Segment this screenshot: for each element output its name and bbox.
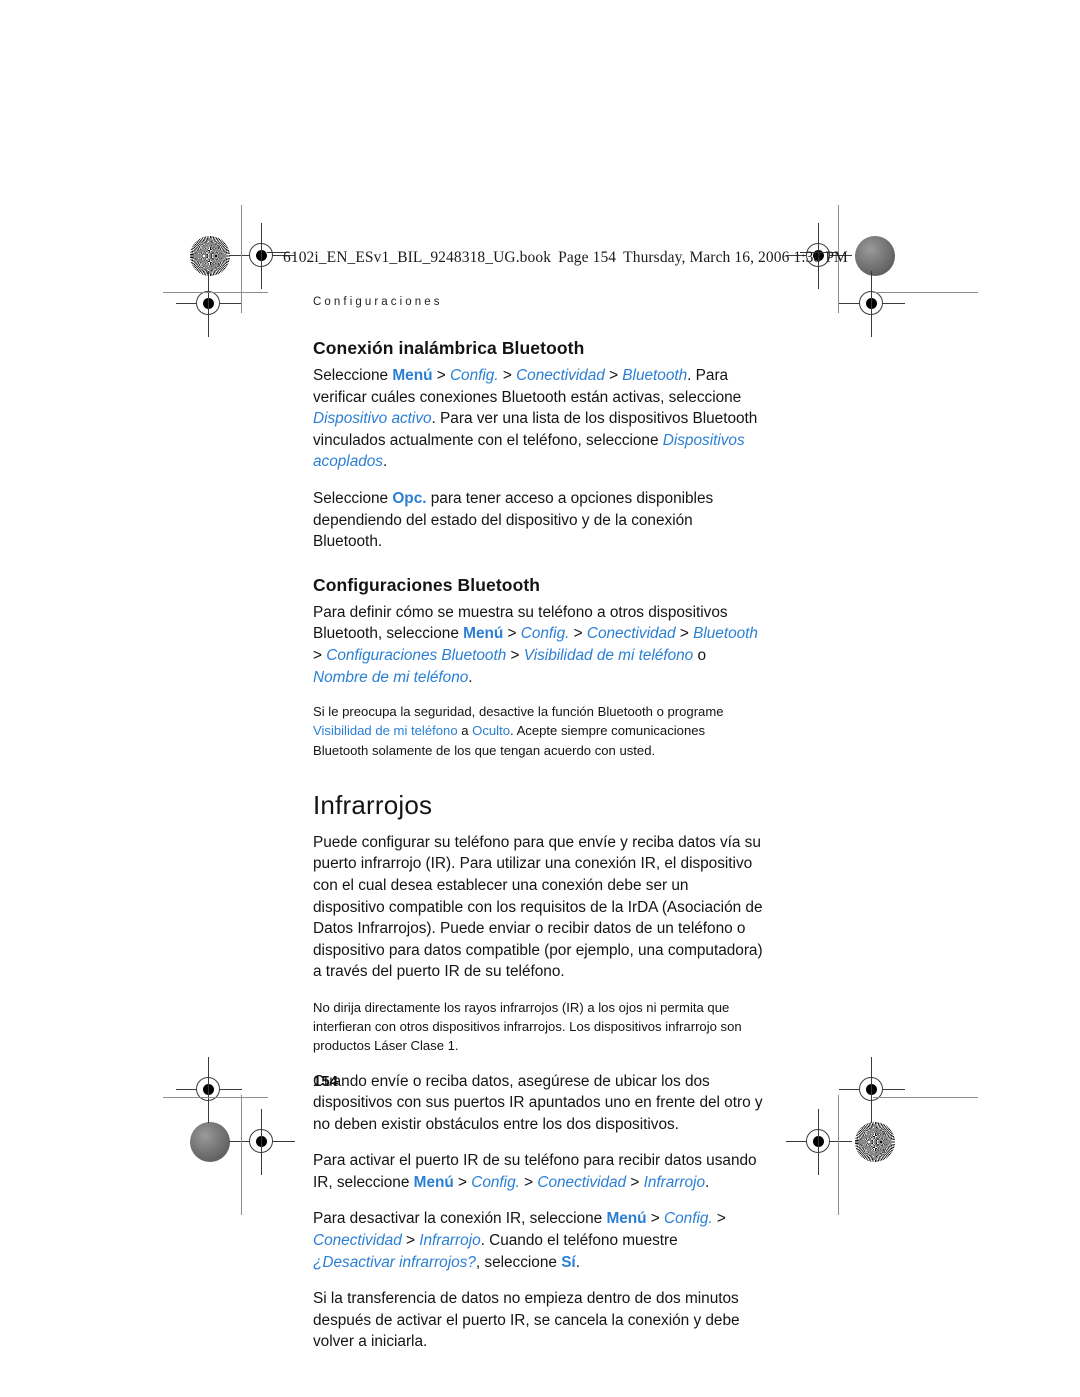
paragraph-infrared-intro: Puede configurar su teléfono para que en… (313, 833, 763, 981)
text-run: > (626, 1173, 644, 1191)
menu-path-menu: Menú (392, 367, 433, 384)
text-run: Seleccione (313, 367, 393, 384)
menu-value-oculto: Oculto (472, 723, 511, 739)
density-patch-top-right (855, 236, 895, 276)
text-run: > (432, 367, 450, 384)
running-head: Configuraciones (313, 296, 443, 308)
page-content: Configuraciones Conexión inalámbrica Blu… (313, 296, 763, 1368)
menu-path-conectividad: Conectividad (586, 625, 676, 643)
menu-path-bluetooth: Bluetooth (693, 625, 758, 643)
registration-mark-top-left (229, 223, 295, 289)
text-run: , seleccione (475, 1253, 562, 1271)
paragraph-infrared-alignment: Cuando envíe o reciba datos, asegúrese d… (313, 1072, 763, 1133)
menu-path-menu: Menú (606, 1210, 647, 1228)
document-source-line: 6102i_EN_ESv1_BIL_9248318_UG.book Page 15… (283, 249, 848, 267)
trim-line-bottom-left-vertical (241, 1095, 242, 1215)
text-run: Si le preocupa la seguridad, desactive l… (313, 704, 724, 720)
trim-line-right-horizontal (873, 292, 978, 293)
text-run: > (313, 646, 327, 664)
registration-mark-right-lower (839, 1057, 905, 1123)
text-run: . (468, 668, 473, 686)
text-run: > (503, 625, 521, 643)
menu-path-configuraciones-bluetooth: Configuraciones Bluetooth (326, 646, 507, 664)
text-run: . Cuando el teléfono muestre (480, 1232, 678, 1250)
registration-mark-left-lower (176, 1057, 242, 1123)
registration-mark-bottom-right (786, 1109, 852, 1175)
text-run: > (712, 1210, 726, 1228)
text-run: > (604, 367, 623, 384)
page-number: 154 (313, 1073, 339, 1090)
softkey-opc: Opc. (392, 489, 427, 507)
menu-item-dispositivo-activo: Dispositivo activo (313, 410, 432, 428)
menu-item-visibilidad-de-mi-telefono: Visibilidad de mi teléfono (523, 646, 694, 664)
text-run: o (693, 646, 707, 664)
menu-path-bluetooth: Bluetooth (622, 367, 688, 384)
heading-infrarrojos: Infrarrojos (313, 789, 433, 820)
registration-mark-bottom-left (229, 1109, 295, 1175)
printed-page: 6102i_EN_ESv1_BIL_9248318_UG.book Page 15… (0, 0, 1080, 1397)
trim-line-left-lower-horizontal (163, 1097, 268, 1098)
heading-bluetooth-settings: Configuraciones Bluetooth (313, 574, 541, 595)
paragraph-bluetooth-options: Seleccione Opc. para tener acceso a opci… (313, 488, 763, 553)
text-run: > (498, 367, 517, 384)
menu-path-config: Config. (471, 1173, 520, 1191)
paragraph-bluetooth-intro: Seleccione Menú > Config. > Conectividad… (313, 365, 763, 473)
paragraph-infrared-deactivate: Para desactivar la conexión IR, seleccio… (313, 1208, 763, 1273)
menu-path-menu: Menú (413, 1173, 454, 1191)
text-run: > (519, 1173, 538, 1191)
text-run: . (383, 453, 388, 471)
paragraph-infrared-activate: Para activar el puerto IR de su teléfono… (313, 1150, 763, 1193)
menu-item-visibilidad-de-mi-telefono: Visibilidad de mi teléfono (313, 723, 458, 739)
page-label: Page 154 (558, 249, 617, 266)
menu-path-config: Config. (520, 625, 570, 643)
density-patch-bottom-left (190, 1122, 230, 1162)
text-run: . (575, 1253, 580, 1271)
text-run: > (453, 1173, 472, 1191)
trim-line-bottom-right-vertical (838, 1095, 839, 1215)
book-filename: 6102i_EN_ESv1_BIL_9248318_UG.book (283, 249, 552, 266)
text-run: > (675, 625, 694, 643)
menu-item-nombre-de-mi-telefono: Nombre de mi teléfono (313, 668, 469, 686)
menu-path-conectividad: Conectividad (313, 1232, 402, 1250)
trim-line-top-left-vertical (241, 205, 242, 313)
prompt-desactivar-infrarrojos: ¿Desactivar infrarrojos? (313, 1253, 476, 1271)
paragraph-bluetooth-settings-path: Para definir cómo se muestra su teléfono… (313, 602, 763, 688)
softkey-si: Sí (561, 1253, 576, 1271)
paragraph-infrared-timeout: Si la transferencia de datos no empieza … (313, 1290, 740, 1351)
trim-line-left-horizontal (163, 292, 268, 293)
starburst-mark-bottom-right (855, 1122, 895, 1162)
text-run: > (646, 1210, 665, 1228)
text-run: a (457, 723, 473, 739)
menu-path-conectividad: Conectividad (516, 367, 605, 384)
menu-item-infrarrojo: Infrarrojo (643, 1173, 705, 1191)
print-timestamp: Thursday, March 16, 2006 1:38 PM (623, 249, 848, 266)
text-run: > (569, 625, 587, 643)
text-run: . (704, 1173, 710, 1191)
note-bluetooth-security: Si le preocupa la seguridad, desactive l… (313, 702, 763, 760)
text-run: Para desactivar la conexión IR, seleccio… (313, 1210, 607, 1228)
text-run: > (401, 1232, 420, 1250)
menu-path-conectividad: Conectividad (537, 1173, 627, 1191)
note-infrared-safety: No dirija directamente los rayos infrarr… (313, 999, 742, 1054)
heading-bluetooth-wireless: Conexión inalámbrica Bluetooth (313, 338, 585, 358)
text-run: > (506, 646, 524, 664)
text-run: Seleccione (313, 489, 393, 507)
menu-path-config: Config. (449, 367, 499, 384)
menu-path-menu: Menú (463, 625, 504, 643)
menu-path-config: Config. (664, 1210, 713, 1228)
trim-line-right-lower-horizontal (873, 1097, 978, 1098)
starburst-mark-top-left (190, 236, 230, 276)
menu-item-infrarrojo: Infrarrojo (419, 1232, 481, 1250)
